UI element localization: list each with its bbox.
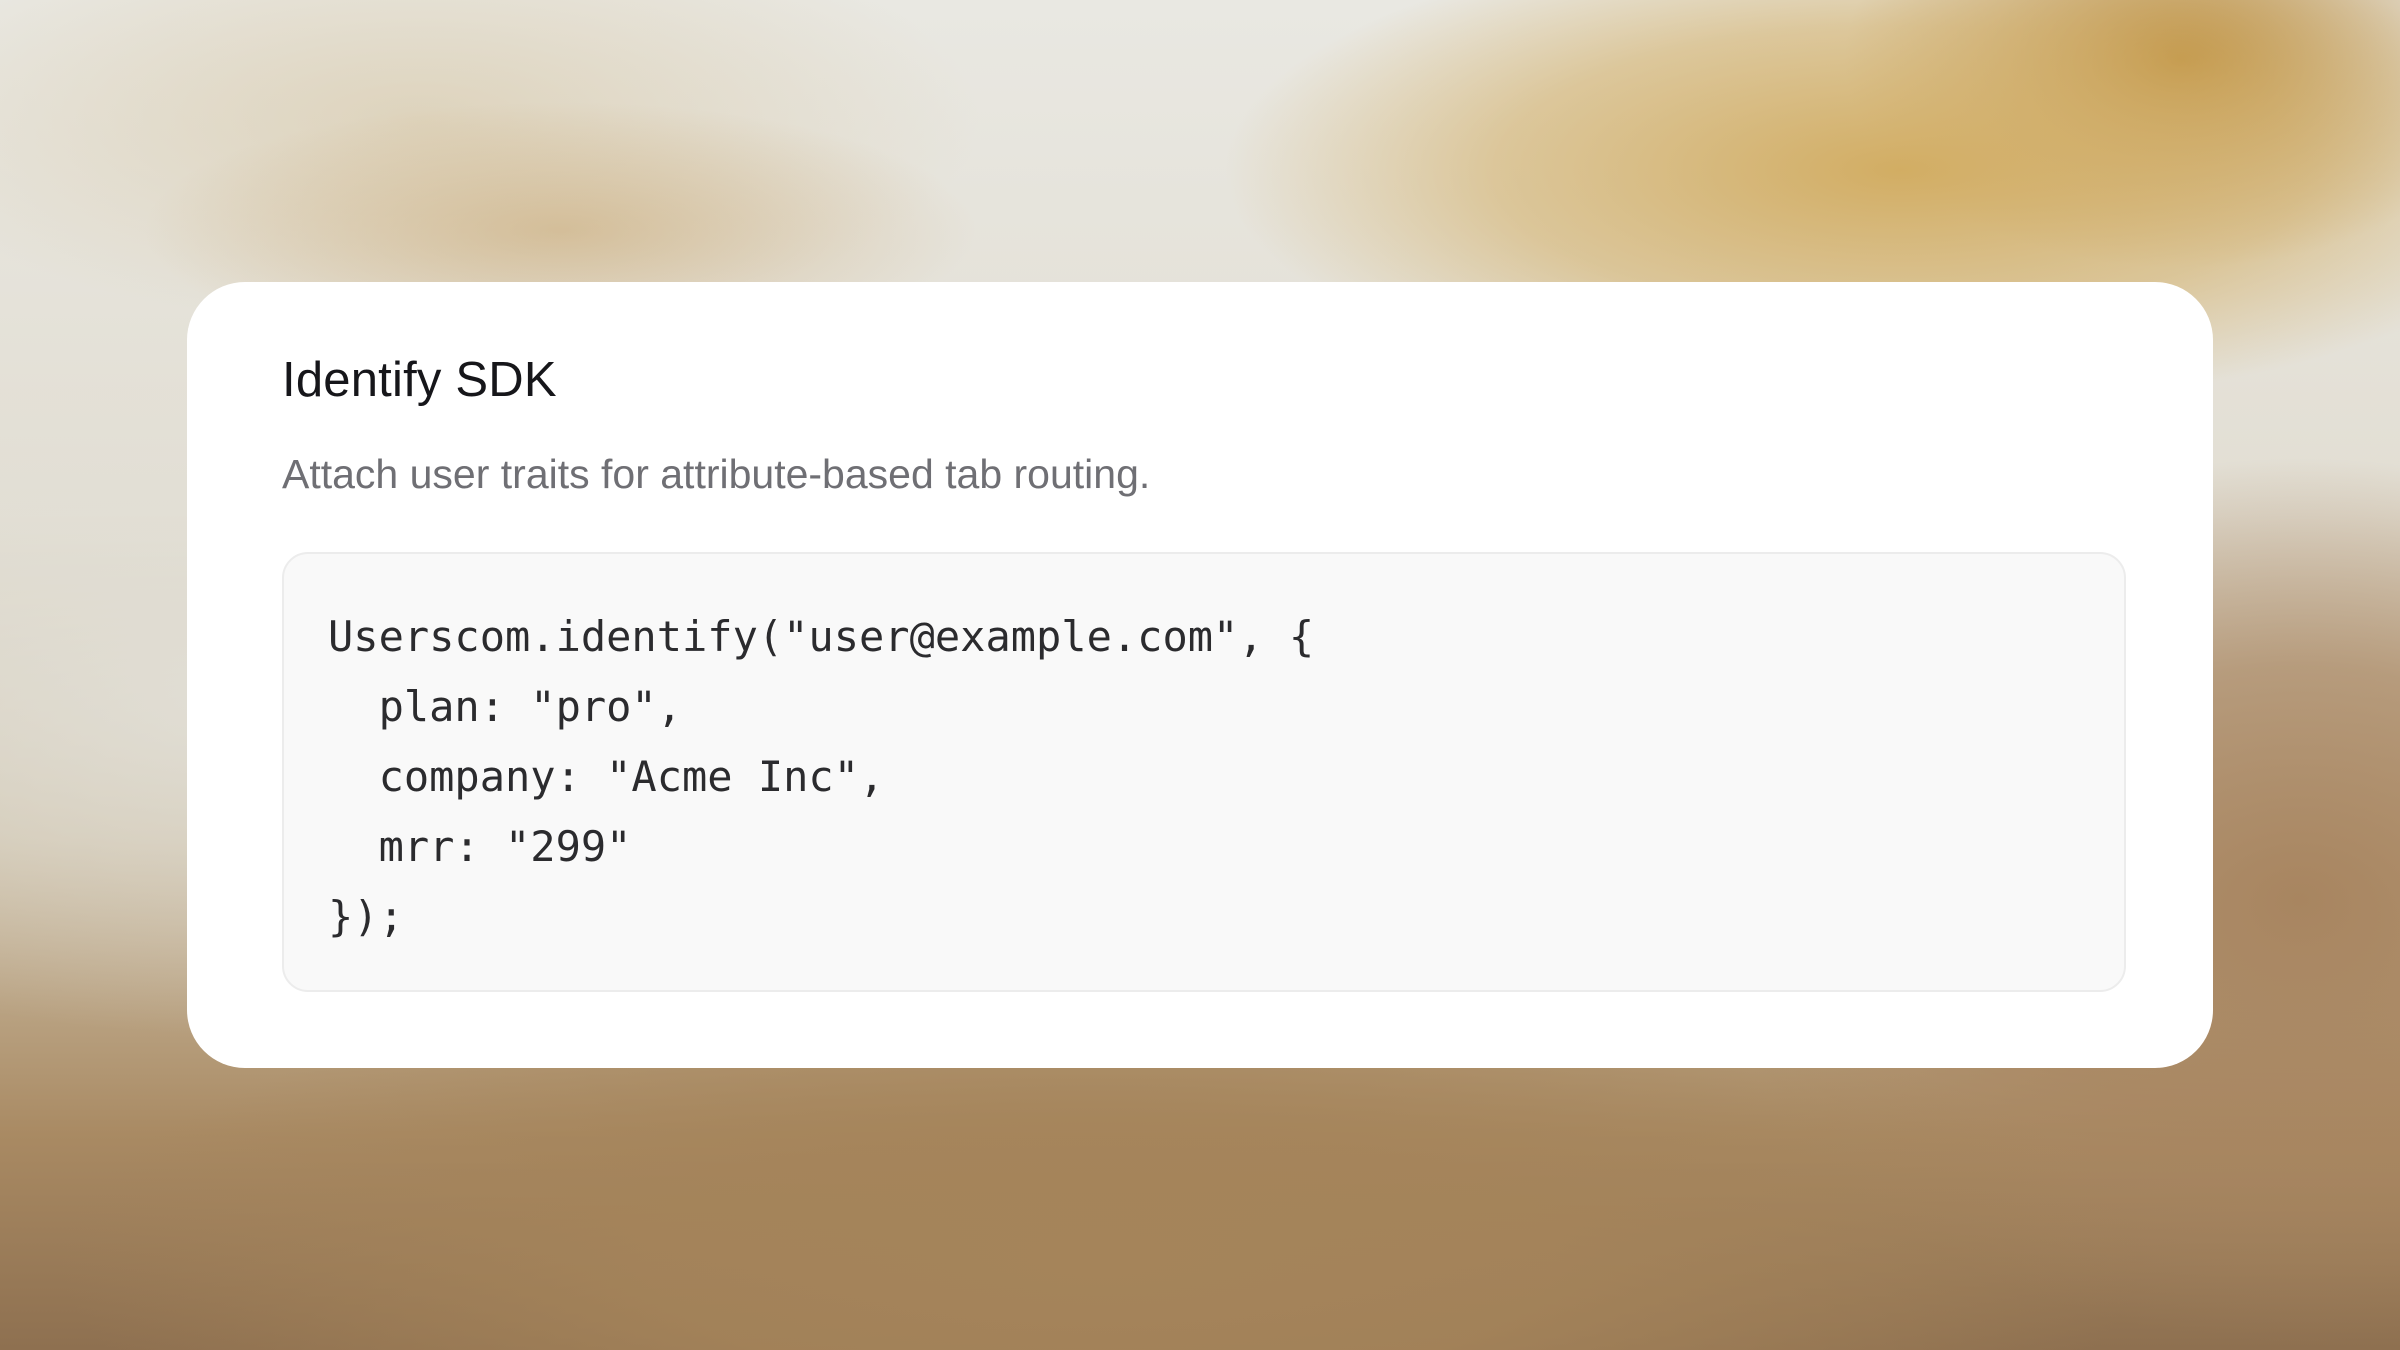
identify-sdk-card: Identify SDK Attach user traits for attr… <box>187 282 2213 1068</box>
card-subtitle: Attach user traits for attribute-based t… <box>282 451 1151 497</box>
code-line: company: "Acme Inc", <box>328 752 885 801</box>
code-line: mrr: "299" <box>328 822 632 871</box>
code-snippet[interactable]: Userscom.identify("user@example.com", { … <box>282 552 2126 992</box>
code-line: }); <box>328 892 404 941</box>
code-line: Userscom.identify("user@example.com", { <box>328 612 1315 661</box>
card-title: Identify SDK <box>282 353 557 407</box>
code-line: plan: "pro", <box>328 682 683 731</box>
